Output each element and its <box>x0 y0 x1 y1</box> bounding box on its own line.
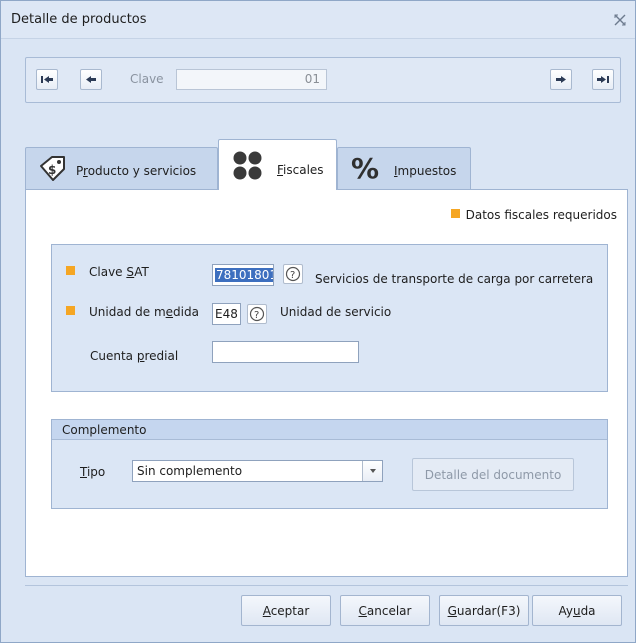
unidad-medida-input[interactable]: E48 <box>212 303 241 325</box>
cuenta-predial-input[interactable] <box>212 341 359 363</box>
record-navigator: Clave 01 <box>25 57 621 103</box>
clave-label: Clave <box>130 72 164 86</box>
svg-text:$: $ <box>48 163 56 177</box>
first-record-button[interactable] <box>36 69 58 90</box>
tab-impuestos[interactable]: % Impuestos <box>337 147 471 189</box>
first-icon <box>41 76 53 83</box>
question-icon: ? <box>249 306 265 322</box>
required-legend: Datos fiscales requeridos <box>450 208 617 222</box>
required-marker-icon <box>450 209 460 218</box>
svg-text:?: ? <box>290 270 295 281</box>
prev-icon <box>86 76 96 83</box>
clave-input[interactable]: 01 <box>176 69 327 90</box>
unidad-medida-label: Unidad de medida <box>66 305 199 319</box>
clave-sat-help-button[interactable]: ? <box>283 264 303 284</box>
guardar-button[interactable]: Guardar(F3) <box>439 595 529 626</box>
chevron-down-icon <box>370 469 376 473</box>
detalle-documento-button[interactable]: Detalle del documento <box>412 458 574 491</box>
question-icon: ? <box>285 266 301 282</box>
dropdown-arrow-button[interactable] <box>362 461 382 481</box>
complemento-header: Complemento <box>52 420 607 440</box>
last-icon <box>597 76 609 83</box>
four-circles-icon <box>233 151 262 180</box>
svg-text:?: ? <box>254 310 259 321</box>
title-bar: Detalle de productos <box>1 1 635 39</box>
clave-sat-description: Servicios de transporte de carga por car… <box>315 272 594 286</box>
window-title: Detalle de productos <box>11 12 147 27</box>
aceptar-button[interactable]: Aceptar <box>241 595 331 626</box>
unidad-medida-description: Unidad de servicio <box>280 305 392 319</box>
close-icon[interactable] <box>613 13 627 27</box>
percent-icon: % <box>351 152 379 184</box>
required-marker-icon <box>66 266 75 275</box>
tab-label-fiscales: Fiscales <box>277 163 324 177</box>
cancelar-button[interactable]: Cancelar <box>340 595 430 626</box>
next-record-button[interactable] <box>550 69 572 90</box>
ayuda-button[interactable]: Ayuda <box>532 595 622 626</box>
product-detail-window: Detalle de productos Clave 01 $ Producto… <box>0 0 636 643</box>
clave-sat-label: Clave SAT <box>66 265 149 279</box>
previous-record-button[interactable] <box>80 69 102 90</box>
next-icon <box>556 76 566 83</box>
action-bar: Aceptar Cancelar Guardar(F3) Ayuda <box>25 585 628 635</box>
tipo-label: Tipo <box>80 465 106 479</box>
tab-label-impuestos: Impuestos <box>394 164 457 178</box>
tipo-complemento-select[interactable]: Sin complemento <box>132 460 383 482</box>
cuenta-predial-label: Cuenta predial <box>90 349 179 363</box>
fiscales-panel: Datos fiscales requeridos Clave SAT 7810… <box>25 189 628 577</box>
unidad-medida-help-button[interactable]: ? <box>247 304 267 324</box>
tab-label-producto: Producto y servicios <box>76 164 197 178</box>
complemento-group: Complemento Tipo Sin complemento Detalle… <box>51 419 608 509</box>
clave-sat-input[interactable]: 78101801 <box>212 264 274 286</box>
fiscal-data-group: Clave SAT 78101801 ? Servicios de transp… <box>51 244 608 392</box>
required-marker-icon <box>66 306 75 315</box>
svg-text:%: % <box>351 152 379 184</box>
dollar-tag-icon: $ <box>40 156 65 181</box>
tab-fiscales[interactable]: Fiscales <box>218 139 337 190</box>
last-record-button[interactable] <box>592 69 614 90</box>
tab-producto-servicios[interactable]: $ Producto y servicios <box>25 147 218 189</box>
